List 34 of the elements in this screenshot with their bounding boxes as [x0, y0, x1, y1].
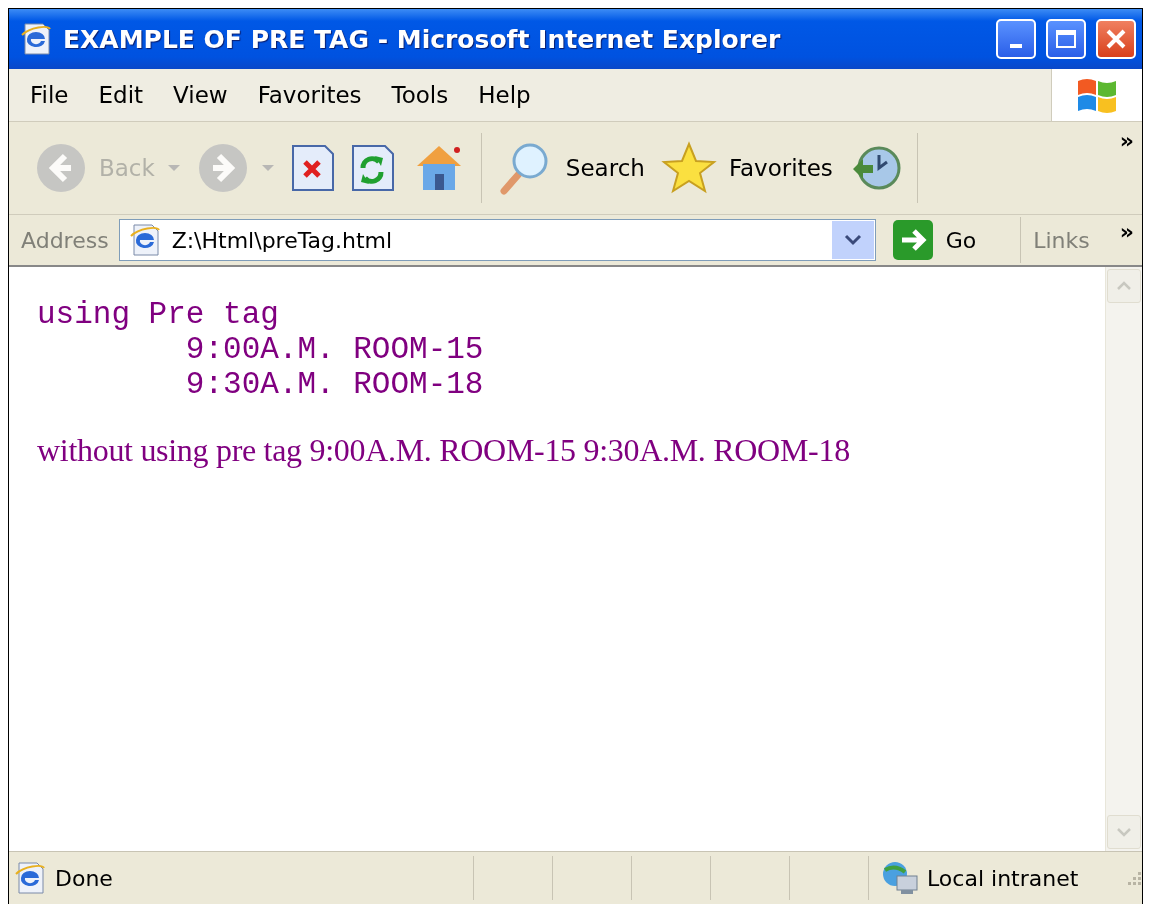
- menu-item[interactable]: Help: [463, 82, 546, 108]
- search-button[interactable]: Search: [487, 133, 653, 203]
- address-label: Address: [21, 227, 109, 253]
- menu-item[interactable]: View: [158, 82, 243, 108]
- stop-page-icon: [290, 144, 335, 192]
- close-icon: [1105, 28, 1127, 50]
- maximize-button[interactable]: [1046, 19, 1086, 59]
- chevron-down-icon: [843, 234, 862, 246]
- minimize-icon: [1010, 44, 1022, 48]
- favorites-button[interactable]: Favorites: [652, 133, 841, 203]
- preformatted-text: using Pre tag 9:00A.M. ROOM-15 9:30A.M. ROOM-18: [37, 297, 485, 402]
- menu-item[interactable]: File: [15, 82, 84, 108]
- overflow-chevron[interactable]: »: [1119, 219, 1134, 244]
- menu-item[interactable]: Tools: [376, 82, 464, 108]
- address-field[interactable]: Z:\Html\preTag.html: [118, 219, 876, 261]
- chevron-down-icon: [1117, 827, 1131, 837]
- paragraph-text: without using pre tag 9:00A.M. ROOM-15 9:30A.M. ROOM-18: [37, 432, 851, 469]
- status-text: Done: [55, 865, 113, 891]
- browser-page-icon: [19, 21, 53, 57]
- close-button[interactable]: [1096, 19, 1136, 59]
- zone-text: Local intranet: [927, 865, 1079, 891]
- refresh-page-icon: [350, 144, 395, 192]
- menu-item[interactable]: Favorites: [242, 82, 377, 108]
- maximize-icon: [1055, 29, 1077, 49]
- resize-grip-icon: [1126, 870, 1142, 886]
- star-icon: [660, 141, 717, 195]
- go-button[interactable]: Go: [885, 219, 983, 261]
- chevron-up-icon: [1117, 281, 1131, 291]
- menu-item[interactable]: Edit: [83, 82, 159, 108]
- browser-page-icon: [13, 860, 47, 896]
- overflow-chevron[interactable]: »: [1119, 128, 1134, 153]
- dropdown-button[interactable]: [831, 221, 874, 259]
- minimize-button[interactable]: [996, 19, 1036, 59]
- window-title: EXAMPLE OF PRE TAG - Microsoft Internet Explorer: [63, 24, 782, 54]
